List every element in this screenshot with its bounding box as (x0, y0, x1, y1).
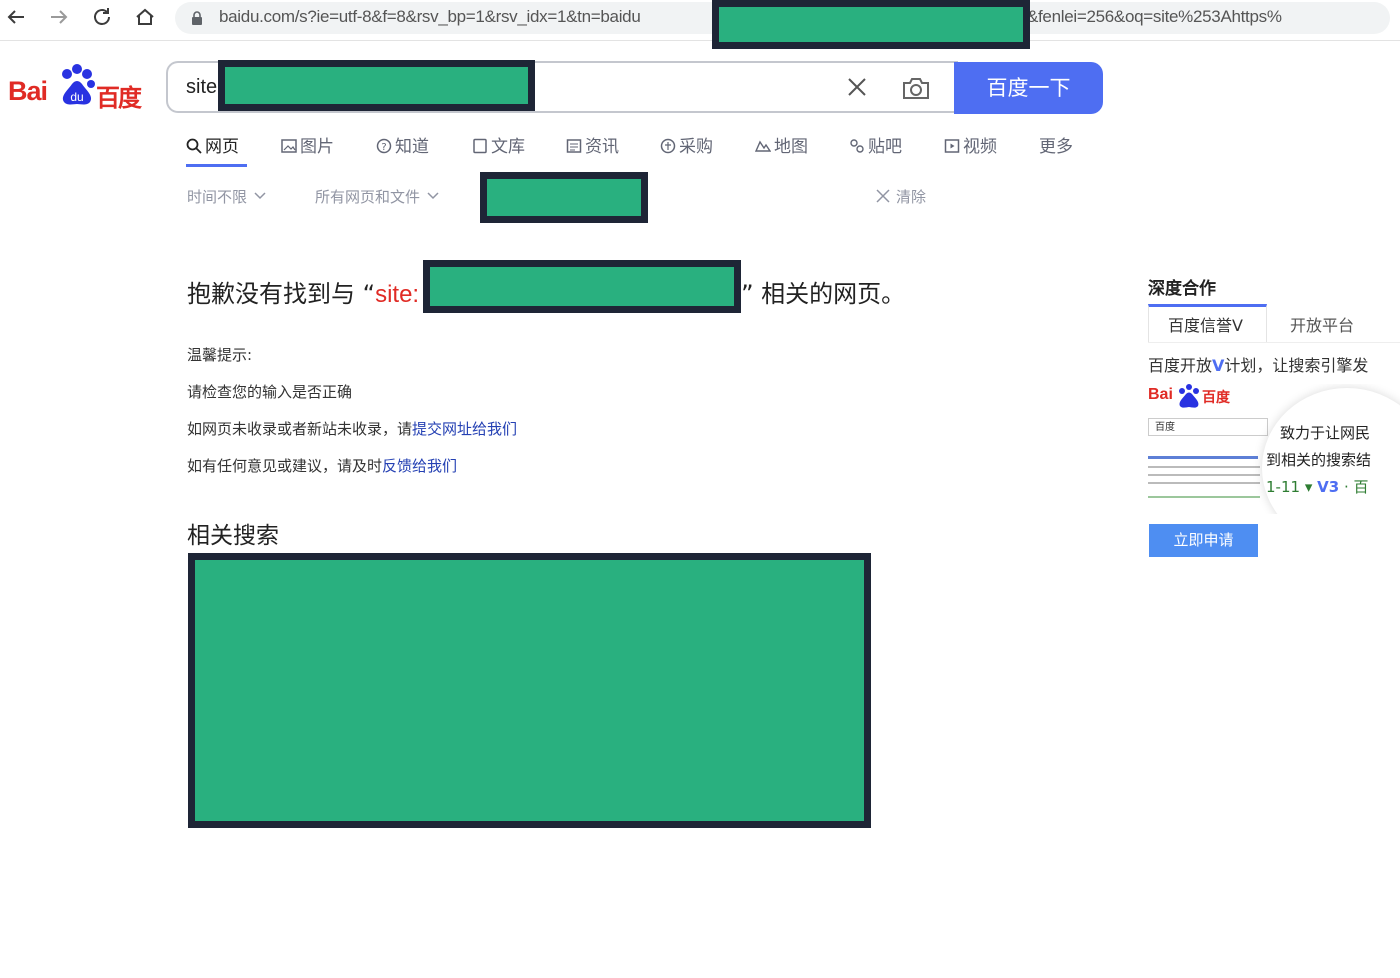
tip-submit-url: 如网页未收录或者新站未收录，请提交网址给我们 (187, 420, 518, 438)
paw-icon (1179, 384, 1199, 408)
video-icon (944, 139, 960, 153)
shopping-icon (660, 138, 676, 154)
reload-icon[interactable] (90, 6, 114, 30)
no-result-keyword: site: (375, 281, 420, 308)
tab-open-platform[interactable]: 开放平台 (1290, 312, 1354, 336)
tieba-icon (850, 139, 864, 153)
time-filter[interactable]: 时间不限 (187, 186, 267, 207)
partner-description: 百度开放V计划，让搜索引擎发 (1148, 356, 1369, 375)
tip-check-input: 请检查您的输入是否正确 (187, 383, 353, 401)
paw-icon: du (62, 64, 95, 105)
tab-images[interactable]: 图片 (281, 132, 334, 166)
question-icon: ? (376, 138, 392, 154)
tab-wenku[interactable]: 文库 (472, 132, 525, 166)
image-icon (281, 139, 297, 153)
tab-web[interactable]: 网页 (186, 132, 247, 167)
tab-credit-v[interactable]: 百度信誉V (1168, 312, 1243, 336)
partner-preview-image: Bai 百度 百度 致力于让网民 到相关的搜索结 1-11 ▾ V3 · 百 (1148, 384, 1400, 514)
close-icon (876, 189, 890, 203)
lock-icon (192, 11, 202, 25)
tab-video[interactable]: 视频 (944, 132, 997, 166)
tip-feedback: 如有任何意见或建议，请及时反馈给我们 (187, 457, 458, 475)
apply-now-button[interactable]: 立即申请 (1149, 524, 1258, 557)
redaction-box (218, 60, 535, 111)
svg-text:du: du (70, 90, 83, 104)
redaction-box (423, 260, 741, 313)
active-tab-indicator (186, 164, 247, 167)
partner-tabs: 百度信誉V 开放平台 (1148, 304, 1400, 343)
redaction-box (480, 172, 648, 223)
feedback-link[interactable]: 反馈给我们 (382, 457, 457, 475)
tab-shopping[interactable]: 采购 (660, 132, 713, 166)
tab-map[interactable]: 地图 (755, 132, 808, 166)
redaction-box (188, 553, 871, 828)
scope-filter[interactable]: 所有网页和文件 (315, 186, 440, 207)
tab-zhidao[interactable]: ? 知道 (376, 132, 429, 166)
chevron-down-icon (254, 192, 266, 200)
partner-title: 深度合作 (1148, 279, 1216, 299)
tab-news[interactable]: 资讯 (566, 132, 619, 166)
forward-arrow-icon[interactable] (47, 6, 71, 30)
svg-text:?: ? (381, 142, 386, 153)
search-icon (186, 138, 202, 154)
back-arrow-icon[interactable] (4, 6, 28, 30)
submit-url-link[interactable]: 提交网址给我们 (412, 420, 517, 438)
tab-more[interactable]: 更多 (1039, 132, 1073, 166)
close-icon[interactable] (846, 76, 868, 98)
tab-tieba[interactable]: 贴吧 (849, 132, 902, 166)
tips-title: 温馨提示: (187, 346, 253, 364)
redaction-box (712, 0, 1030, 49)
baidu-logo[interactable]: Bai du 百度 (8, 64, 148, 112)
book-icon (473, 138, 487, 154)
chevron-down-icon (427, 192, 439, 200)
map-icon (755, 140, 771, 152)
home-icon[interactable] (133, 6, 157, 30)
search-button[interactable]: 百度一下 (954, 62, 1103, 114)
camera-icon[interactable] (901, 75, 931, 101)
browser-toolbar: baidu.com/s?ie=utf-8&f=8&rsv_bp=1&rsv_id… (0, 0, 1400, 41)
search-query-text: site (186, 76, 218, 98)
preview-search-box: 百度 (1148, 418, 1268, 436)
related-search-title: 相关搜索 (187, 523, 279, 549)
news-icon (566, 139, 582, 153)
url-start: baidu.com/s?ie=utf-8&f=8&rsv_bp=1&rsv_id… (219, 7, 641, 26)
clear-filter-button[interactable]: 清除 (876, 186, 926, 207)
magnifier-circle: 致力于让网民 到相关的搜索结 1-11 ▾ V3 · 百 (1262, 388, 1400, 514)
